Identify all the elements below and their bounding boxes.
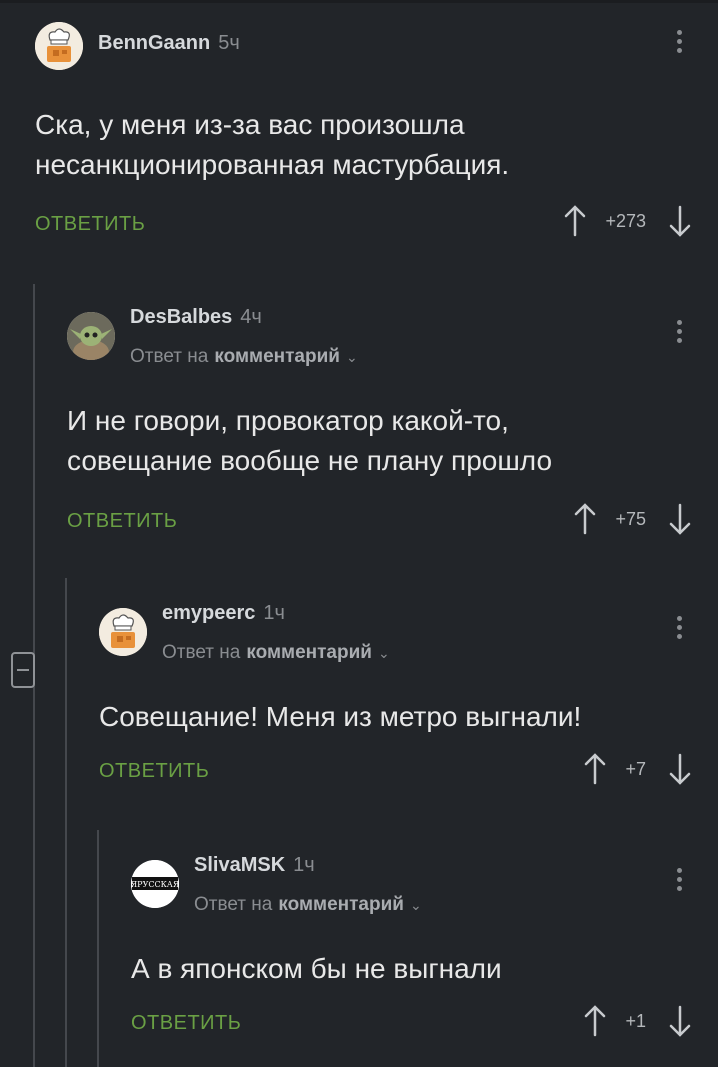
chevron-down-icon[interactable]: ⌄ [410, 897, 422, 914]
reply-button[interactable]: ОТВЕТИТЬ [131, 1012, 241, 1035]
collapse-thread-button[interactable] [11, 652, 35, 688]
thread-line-level-2[interactable] [65, 578, 67, 1067]
downvote-arrow-icon[interactable] [668, 1004, 692, 1038]
comment-text: А в японском бы не выгнали [131, 949, 502, 989]
more-options-icon[interactable] [674, 868, 684, 895]
reply-to-target[interactable]: комментарий [278, 894, 404, 916]
thread-line-level-3[interactable] [97, 830, 99, 1067]
reply-to-link[interactable]: Ответ на комментарий ⌄ [194, 894, 422, 916]
timestamp: 1ч [293, 854, 315, 876]
comment: ЯРУССКАЯ SlivaMSK 1ч Ответ на комментари… [131, 0, 718, 1067]
comment-text-line: А в японском бы не выгнали [131, 953, 502, 984]
rating-count: +1 [625, 1010, 646, 1031]
author-name[interactable]: SlivaMSK [194, 854, 285, 877]
reply-to-prefix: Ответ на [194, 894, 273, 915]
avatar-logo-text: ЯРУССКАЯ [131, 880, 179, 889]
channel-logo-icon: ЯРУССКАЯ [131, 860, 179, 908]
avatar[interactable]: ЯРУССКАЯ [131, 860, 179, 908]
upvote-arrow-icon[interactable] [583, 1004, 607, 1038]
